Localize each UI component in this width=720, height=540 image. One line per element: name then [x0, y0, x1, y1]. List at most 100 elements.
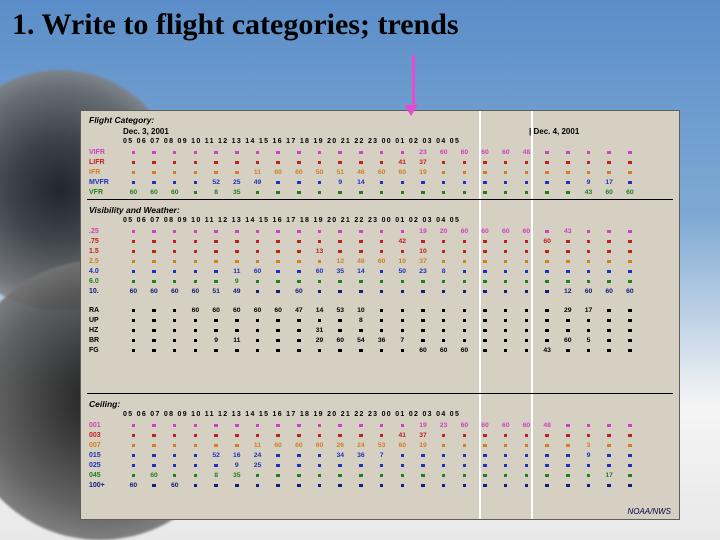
cell: 46 [351, 169, 372, 176]
row-label: UP [89, 317, 123, 324]
cell [433, 317, 454, 324]
cell [537, 159, 558, 166]
cell [537, 307, 558, 314]
cell [289, 248, 310, 255]
cell [454, 442, 475, 449]
cell: 60 [268, 307, 289, 314]
cell [289, 258, 310, 265]
cell [578, 422, 599, 429]
data-row: MVFR522549914917 [89, 178, 671, 187]
data-row: .2519206060606043 [89, 227, 671, 236]
cell [433, 179, 454, 186]
cell [185, 238, 206, 245]
cell [268, 149, 289, 156]
cell [433, 482, 454, 489]
row-label: 001 [89, 422, 123, 429]
cell [185, 278, 206, 285]
cell [185, 268, 206, 275]
cell: 35 [330, 268, 351, 275]
cell [144, 347, 165, 354]
cell [578, 228, 599, 235]
cell [164, 268, 185, 275]
cell [330, 238, 351, 245]
cell [289, 472, 310, 479]
cell [392, 482, 413, 489]
cell: 48 [537, 422, 558, 429]
cell [289, 337, 310, 344]
cell [351, 482, 372, 489]
row-label: MVFR [89, 179, 123, 186]
cell [537, 228, 558, 235]
cell [309, 278, 330, 285]
cell [309, 317, 330, 324]
cell [185, 159, 206, 166]
cell [537, 482, 558, 489]
cell [226, 248, 247, 255]
cell [164, 258, 185, 265]
cell: 60 [557, 337, 578, 344]
cell [599, 452, 620, 459]
cell [537, 432, 558, 439]
cell [495, 347, 516, 354]
cell [495, 482, 516, 489]
cell [475, 189, 496, 196]
cell [371, 268, 392, 275]
cell [516, 179, 537, 186]
cell: 51 [206, 288, 227, 295]
cell: 23 [413, 268, 434, 275]
cell: 60 [495, 422, 516, 429]
cell [206, 317, 227, 324]
cell [557, 248, 578, 255]
data-row: 025925 [89, 461, 671, 470]
cell: 60 [123, 482, 144, 489]
cell: 60 [599, 288, 620, 295]
cell [454, 432, 475, 439]
cell [289, 278, 310, 285]
cell [454, 472, 475, 479]
cell: 50 [392, 268, 413, 275]
cell [185, 452, 206, 459]
cell [123, 422, 144, 429]
cell: 3 [578, 442, 599, 449]
date-left: Dec. 3, 2001 [123, 127, 169, 136]
cell [289, 452, 310, 459]
cell [433, 238, 454, 245]
cell [123, 278, 144, 285]
cell [123, 347, 144, 354]
cell [557, 258, 578, 265]
cell [620, 422, 641, 429]
cell [516, 238, 537, 245]
cell [599, 149, 620, 156]
data-row: VFR606060835436060 [89, 188, 671, 197]
cell [392, 452, 413, 459]
cell: 60 [206, 307, 227, 314]
cell: 19 [413, 422, 434, 429]
cell [392, 228, 413, 235]
cell: 60 [475, 228, 496, 235]
cell [620, 258, 641, 265]
cell [268, 179, 289, 186]
cell [247, 159, 268, 166]
cell [495, 462, 516, 469]
cell [144, 169, 165, 176]
cell [206, 159, 227, 166]
cell [599, 327, 620, 334]
cell [454, 482, 475, 489]
data-row: VIFR236060606048 [89, 148, 671, 157]
cell [557, 462, 578, 469]
cell [247, 327, 268, 334]
row-label: 4.0 [89, 268, 123, 275]
cell [268, 337, 289, 344]
cell [309, 159, 330, 166]
cell [392, 472, 413, 479]
cell [226, 317, 247, 324]
cell [392, 288, 413, 295]
cell [351, 347, 372, 354]
cell [123, 472, 144, 479]
cell: 60 [330, 337, 351, 344]
cell: 60 [247, 307, 268, 314]
cell [123, 327, 144, 334]
cell [599, 268, 620, 275]
cell [247, 422, 268, 429]
cell [599, 462, 620, 469]
